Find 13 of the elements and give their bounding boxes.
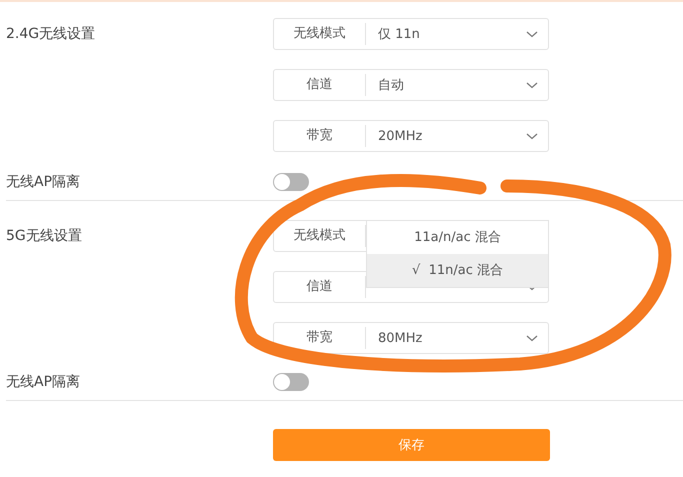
field-label: 带宽 bbox=[274, 125, 366, 147]
select-value: 仅 11n bbox=[377, 26, 421, 43]
setting-label: 无线AP隔离 bbox=[6, 373, 82, 392]
select-value: 20MHz bbox=[377, 128, 424, 144]
field-label: 信道 bbox=[274, 276, 366, 298]
select-value: 自动 bbox=[377, 77, 405, 94]
setting-label: 无线AP隔离 bbox=[6, 173, 82, 192]
field-label: 无线模式 bbox=[274, 23, 366, 45]
section-title: 2.4G无线设置 bbox=[6, 25, 96, 44]
section-title: 5G无线设置 bbox=[6, 227, 83, 246]
select-value: 80MHz bbox=[377, 330, 424, 346]
field-label: 信道 bbox=[274, 74, 366, 96]
field-label: 带宽 bbox=[274, 327, 366, 349]
